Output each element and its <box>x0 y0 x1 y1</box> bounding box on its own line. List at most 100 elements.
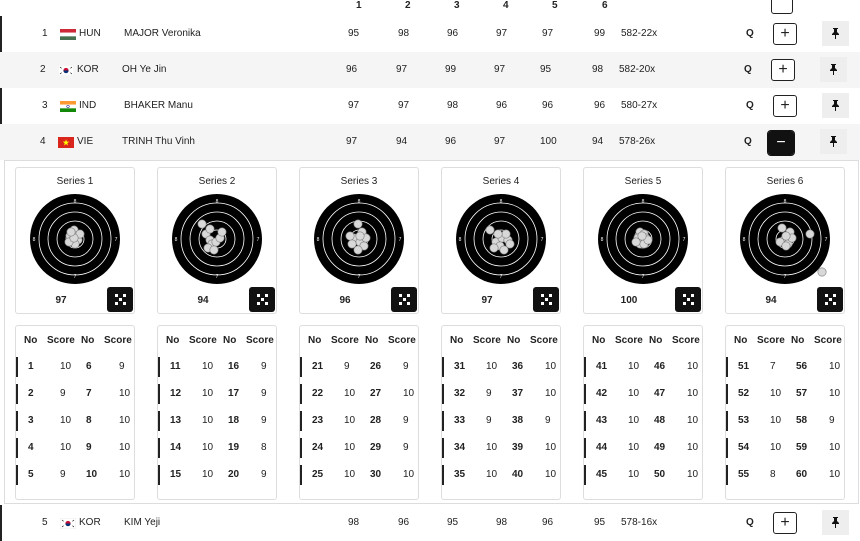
qualification-mark: Q <box>746 100 754 111</box>
table-row: 32 9 37 10 <box>442 381 560 407</box>
table-row: 31 10 36 10 <box>442 354 560 380</box>
shot-number: 51 <box>738 361 750 372</box>
shot-number: 29 <box>370 442 382 453</box>
ring-number: 7 <box>683 237 686 243</box>
collapse-button[interactable]: − <box>767 130 795 156</box>
table-header: Score <box>47 335 75 346</box>
expand-target-button[interactable] <box>533 287 559 312</box>
expand-target-button[interactable] <box>817 287 843 312</box>
shot-score: 7 <box>770 361 776 372</box>
athlete-row[interactable]: 5 KOR KIM Yeji 98 96 95 98 96 95 578-16x Q + <box>0 505 860 541</box>
expand-button[interactable]: + <box>773 23 797 45</box>
shot-score-table: No Score No Score 1 10 6 9 2 9 7 10 3 10 8 10 4 10 9 10 5 9 10… <box>15 325 135 500</box>
ring-number: 7 <box>642 274 645 280</box>
expand-target-button[interactable] <box>391 287 417 312</box>
shot-number: 37 <box>512 388 524 399</box>
athlete-row[interactable]: 1 HUN MAJOR Veronika 95 98 96 97 97 99 582-22x Q + <box>0 16 860 52</box>
series-col-header: 2 <box>405 0 411 11</box>
shot-number: 14 <box>170 442 182 453</box>
pin-button[interactable] <box>820 57 847 82</box>
expand-icon <box>114 294 126 305</box>
pin-button[interactable] <box>820 129 847 154</box>
shot-number: 8 <box>86 415 92 426</box>
shot-score: 10 <box>829 361 841 372</box>
pin-button[interactable] <box>822 93 849 118</box>
table-row: 52 10 57 10 <box>726 381 844 407</box>
shot-mark <box>489 243 499 253</box>
table-header: Score <box>104 335 132 346</box>
ring-number: 8 <box>358 199 361 205</box>
shot-target: 8 7 8 7 <box>740 194 830 284</box>
pin-icon <box>832 28 839 39</box>
athlete-row[interactable]: 2 KOR OH Ye Jin 96 97 99 97 95 98 582-20x Q + <box>0 52 860 88</box>
total-score: 578-16x <box>621 517 658 528</box>
nation-code: VIE <box>77 136 94 147</box>
shot-number: 22 <box>312 388 324 399</box>
ring-number: 7 <box>784 274 787 280</box>
pin-icon <box>830 64 837 75</box>
shot-number: 3 <box>28 415 34 426</box>
series-score: 97 <box>496 28 508 39</box>
qualification-mark: Q <box>746 517 754 528</box>
series-score: 95 <box>540 64 552 75</box>
ring-number: 8 <box>216 199 219 205</box>
shot-score: 9 <box>403 361 409 372</box>
table-row: 5 9 10 10 <box>16 462 134 488</box>
pin-button[interactable] <box>822 21 849 46</box>
shot-score: 9 <box>261 361 267 372</box>
shot-number: 15 <box>170 469 182 480</box>
athlete-row[interactable]: 3 IND BHAKER Manu 97 97 98 96 96 96 580-27x Q + <box>0 88 860 124</box>
table-row: 33 9 38 9 <box>442 408 560 434</box>
table-row: 4 10 9 10 <box>16 435 134 461</box>
shot-target: 8 7 8 7 <box>314 194 404 284</box>
expand-button[interactable] <box>771 0 793 14</box>
shot-score: 10 <box>60 361 72 372</box>
ring-number: 7 <box>257 237 260 243</box>
shot-number: 16 <box>228 361 240 372</box>
ring-number: 7 <box>74 274 77 280</box>
table-header: Score <box>473 335 501 346</box>
shot-score: 10 <box>687 415 699 426</box>
table-header: No <box>308 335 322 346</box>
shot-number: 40 <box>512 469 524 480</box>
expand-icon <box>824 294 836 305</box>
expand-target-button[interactable] <box>249 287 275 312</box>
series-score: 97 <box>542 28 554 39</box>
shot-number: 21 <box>312 361 324 372</box>
shot-number: 4 <box>28 442 34 453</box>
qualification-mark: Q <box>746 28 754 39</box>
expand-button[interactable]: + <box>773 95 797 117</box>
ring-number: 8 <box>459 237 462 243</box>
shot-score: 10 <box>687 469 699 480</box>
shot-score: 10 <box>545 361 557 372</box>
table-row: 53 10 58 9 <box>726 408 844 434</box>
shot-number: 32 <box>454 388 466 399</box>
series-score: 97 <box>494 64 506 75</box>
athlete-name: MAJOR Veronika <box>124 28 201 39</box>
athlete-row[interactable]: 4 VIE TRINH Thu Vinh 97 94 96 97 100 94 578-26x Q − <box>0 124 860 160</box>
rank: 3 <box>42 100 48 111</box>
series-col-header: 3 <box>454 0 460 11</box>
shot-score: 9 <box>60 388 66 399</box>
rank: 4 <box>40 136 46 147</box>
shot-mark <box>781 241 791 251</box>
shot-score: 9 <box>829 415 835 426</box>
expand-button[interactable]: + <box>773 512 797 534</box>
pin-button[interactable] <box>822 510 849 535</box>
expand-target-button[interactable] <box>107 287 133 312</box>
athlete-name: BHAKER Manu <box>124 100 193 111</box>
expand-target-button[interactable] <box>675 287 701 312</box>
series-score: 98 <box>496 517 508 528</box>
ring-number: 8 <box>743 237 746 243</box>
series-col-header: 5 <box>552 0 558 11</box>
shot-score: 10 <box>628 388 640 399</box>
athlete-name: OH Ye Jin <box>122 64 167 75</box>
shot-number: 9 <box>86 442 92 453</box>
table-header: Score <box>246 335 274 346</box>
shot-score: 10 <box>486 442 498 453</box>
nation-code: KOR <box>77 64 99 75</box>
shot-number: 26 <box>370 361 382 372</box>
expand-button[interactable]: + <box>771 59 795 81</box>
ring-number: 7 <box>500 274 503 280</box>
ring-number: 8 <box>317 237 320 243</box>
